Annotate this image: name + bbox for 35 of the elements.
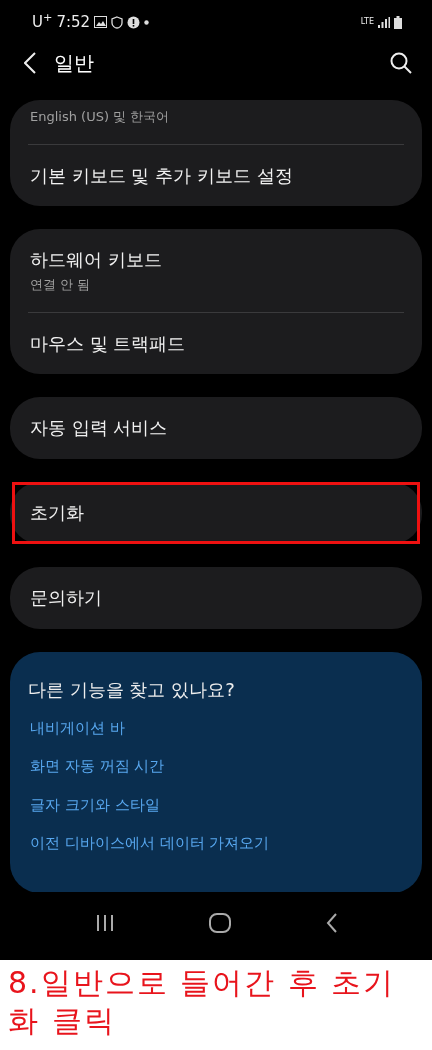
- settings-item[interactable]: 하드웨어 키보드 연결 안 됨: [28, 229, 404, 312]
- page-title: 일반: [54, 50, 94, 77]
- settings-item[interactable]: 자동 입력 서비스: [28, 396, 404, 459]
- clock: 7:52: [56, 11, 91, 33]
- settings-item[interactable]: 기본 키보드 및 추가 키보드 설정: [28, 144, 404, 206]
- item-title: 문의하기: [30, 586, 103, 610]
- battery-icon: [394, 15, 402, 29]
- suggestion-link[interactable]: 글자 크기와 스타일: [30, 793, 402, 816]
- settings-item[interactable]: 마우스 및 트랙패드: [28, 311, 404, 374]
- recent-apps-icon[interactable]: [95, 915, 114, 931]
- item-title: 마우스 및 트랙패드: [30, 331, 187, 356]
- alert-icon: [127, 15, 141, 29]
- item-title: 하드웨어 키보드: [30, 248, 163, 272]
- home-icon[interactable]: [208, 913, 231, 933]
- signal-icon: [378, 16, 390, 28]
- search-icon[interactable]: [390, 52, 412, 74]
- settings-item[interactable]: 문의하기: [28, 566, 404, 629]
- item-title: 초기화: [30, 501, 85, 525]
- highlighted-settings-item[interactable]: 초기화: [12, 481, 420, 544]
- instruction-caption: 8.일반으로 들어간 후 초기화 클릭: [7, 964, 397, 1040]
- network-label: LTE: [360, 16, 374, 28]
- dot-icon: [144, 19, 150, 25]
- suggestion-link[interactable]: 화면 자동 꺼짐 시간: [30, 755, 402, 778]
- suggestion-link[interactable]: 이전 디바이스에서 데이터 가져오기: [30, 832, 402, 855]
- image-icon: [94, 16, 108, 28]
- back-icon[interactable]: [325, 913, 337, 933]
- shield-icon: [111, 15, 124, 29]
- item-subtitle: 연결 안 됨: [30, 276, 92, 294]
- suggestion-link[interactable]: 내비게이션 바: [30, 716, 402, 739]
- settings-item[interactable]: English (US) 및 한국어: [28, 100, 404, 144]
- item-subtitle: English (US) 및 한국어: [30, 107, 171, 126]
- carrier-label: U$^{+}$: [32, 10, 53, 33]
- item-title: 기본 키보드 및 추가 키보드 설정: [30, 164, 294, 188]
- suggestion-title: 다른 기능을 찾고 있나요?: [28, 677, 236, 702]
- item-title: 자동 입력 서비스: [30, 416, 169, 440]
